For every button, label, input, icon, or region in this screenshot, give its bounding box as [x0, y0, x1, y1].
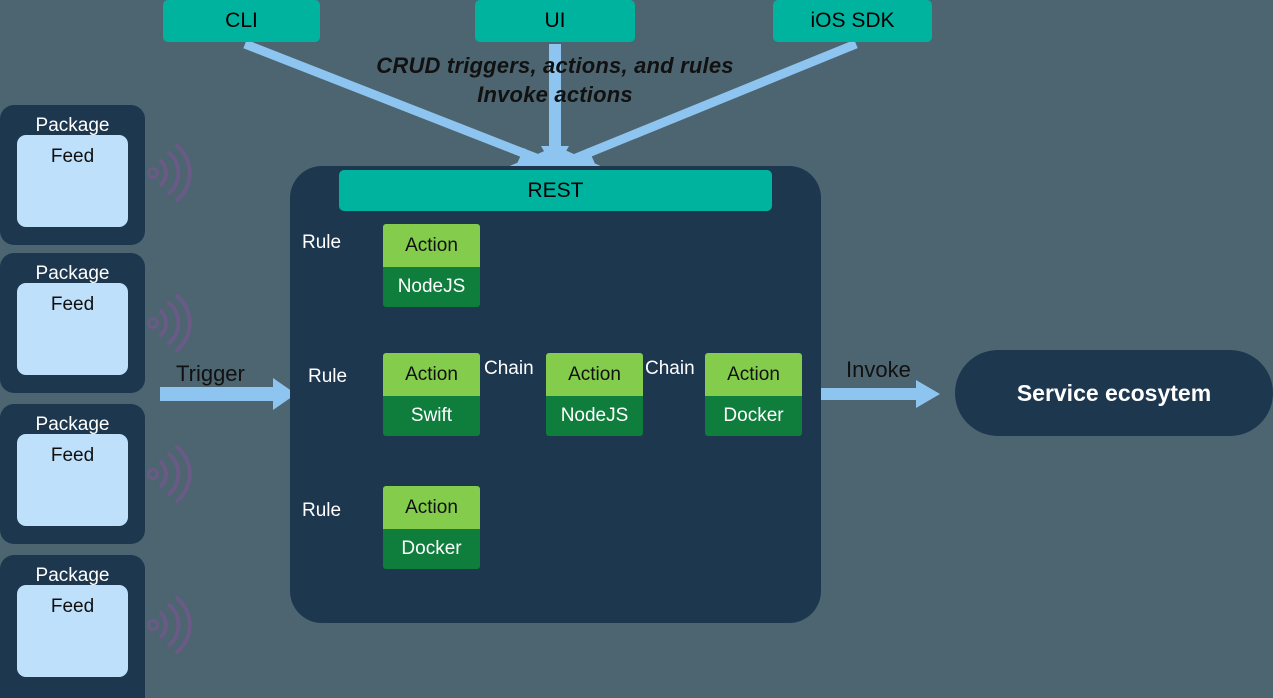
package-title: Package [35, 414, 110, 435]
client-label-ios-sdk: iOS SDK [810, 9, 895, 32]
client-label-cli: CLI [225, 9, 258, 32]
arrow-convergence-flare [505, 146, 605, 168]
edge-label-trigger: Trigger [176, 361, 245, 386]
feed-box[interactable]: Feed [17, 585, 128, 677]
edge-label-rule-1: Rule [302, 232, 342, 253]
action-card-r2-nodejs[interactable]: Action NodeJS [546, 353, 643, 436]
edge-label-rule-3: Rule [302, 500, 342, 521]
package-card-1[interactable]: Package Feed [0, 105, 145, 245]
edge-label-chain-2: Chain [645, 358, 695, 379]
action-runtime: Docker [383, 529, 480, 569]
client-label-ui: UI [544, 9, 566, 32]
caption-invoke: Invoke actions [477, 82, 633, 107]
action-card-r2-swift[interactable]: Action Swift [383, 353, 480, 436]
feed-label: Feed [50, 445, 95, 466]
package-card-2[interactable]: Package Feed [0, 253, 145, 393]
feed-label: Feed [50, 146, 95, 167]
action-card-r2-docker[interactable]: Action Docker [705, 353, 802, 436]
client-box-cli[interactable]: CLI [163, 0, 320, 42]
action-title: Action [546, 353, 643, 396]
action-runtime: Docker [705, 396, 802, 436]
feed-box[interactable]: Feed [17, 283, 128, 375]
client-box-ui[interactable]: UI [475, 0, 635, 42]
package-title: Package [35, 565, 110, 586]
diagram-canvas: CLI UI iOS SDK CRUD triggers, actions, a… [0, 0, 1273, 698]
action-runtime: NodeJS [383, 267, 480, 307]
action-card-r3-docker[interactable]: Action Docker [383, 486, 480, 569]
rest-label: REST [527, 178, 584, 202]
client-box-ios-sdk[interactable]: iOS SDK [773, 0, 932, 42]
action-card-r1-nodejs[interactable]: Action NodeJS [383, 224, 480, 307]
caption-crud: CRUD triggers, actions, and rules [376, 53, 734, 78]
wifi-signal-icon [147, 445, 192, 503]
edge-label-rule-2: Rule [308, 366, 348, 387]
service-ecosystem-node[interactable]: Service ecosytem [955, 350, 1273, 436]
action-title: Action [383, 353, 480, 396]
action-runtime: Swift [383, 396, 480, 436]
wifi-signal-icon [147, 144, 192, 202]
edge-label-invoke: Invoke [846, 357, 911, 382]
arrow-invoke [820, 380, 940, 408]
feed-box[interactable]: Feed [17, 434, 128, 526]
rest-api-bar[interactable]: REST [339, 170, 772, 211]
package-title: Package [35, 263, 110, 284]
wifi-signal-icon [147, 294, 192, 352]
action-title: Action [705, 353, 802, 396]
action-title: Action [383, 224, 480, 267]
package-card-3[interactable]: Package Feed [0, 404, 145, 544]
package-card-4[interactable]: Package Feed [0, 555, 145, 698]
action-title: Action [383, 486, 480, 529]
wifi-signal-icon [147, 596, 192, 654]
feed-label: Feed [50, 294, 95, 315]
feed-label: Feed [50, 596, 95, 617]
edge-label-chain-1: Chain [484, 358, 534, 379]
feed-box[interactable]: Feed [17, 135, 128, 227]
action-runtime: NodeJS [546, 396, 643, 436]
service-ecosystem-label: Service ecosytem [1016, 379, 1212, 406]
package-title: Package [35, 115, 110, 136]
